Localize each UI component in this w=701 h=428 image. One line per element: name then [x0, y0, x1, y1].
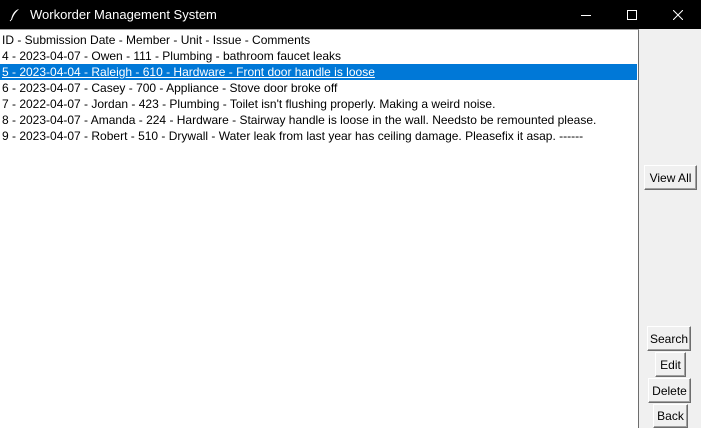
list-header-row[interactable]: ID - Submission Date - Member - Unit - I…: [0, 32, 637, 48]
list-item[interactable]: 4 - 2023-04-07 - Owen - 111 - Plumbing -…: [0, 48, 637, 64]
back-button[interactable]: Back: [653, 404, 688, 428]
maximize-icon: [627, 9, 637, 20]
minimize-button[interactable]: [563, 0, 609, 29]
list-item[interactable]: 9 - 2023-04-07 - Robert - 510 - Drywall …: [0, 128, 637, 144]
feather-icon: [0, 0, 30, 29]
workorder-listbox[interactable]: ID - Submission Date - Member - Unit - I…: [0, 29, 639, 428]
minimize-icon: [581, 14, 591, 16]
window-controls: [563, 0, 701, 29]
window-title: Workorder Management System: [30, 7, 217, 22]
delete-button[interactable]: Delete: [648, 378, 691, 403]
app-window: Workorder Management System ID - Submiss…: [0, 0, 701, 428]
close-icon: [673, 9, 683, 20]
list-item[interactable]: 6 - 2023-04-07 - Casey - 700 - Appliance…: [0, 80, 637, 96]
list-item[interactable]: 8 - 2023-04-07 - Amanda - 224 - Hardware…: [0, 112, 637, 128]
list-item-selected[interactable]: 5 - 2023-04-04 - Raleigh - 610 - Hardwar…: [0, 64, 637, 80]
maximize-button[interactable]: [609, 0, 655, 29]
view-all-button[interactable]: View All: [644, 165, 697, 190]
edit-button[interactable]: Edit: [655, 352, 686, 377]
close-button[interactable]: [655, 0, 701, 29]
search-button[interactable]: Search: [647, 326, 691, 351]
list-item[interactable]: 7 - 2022-04-07 - Jordan - 423 - Plumbing…: [0, 96, 637, 112]
title-bar[interactable]: Workorder Management System: [0, 0, 701, 29]
